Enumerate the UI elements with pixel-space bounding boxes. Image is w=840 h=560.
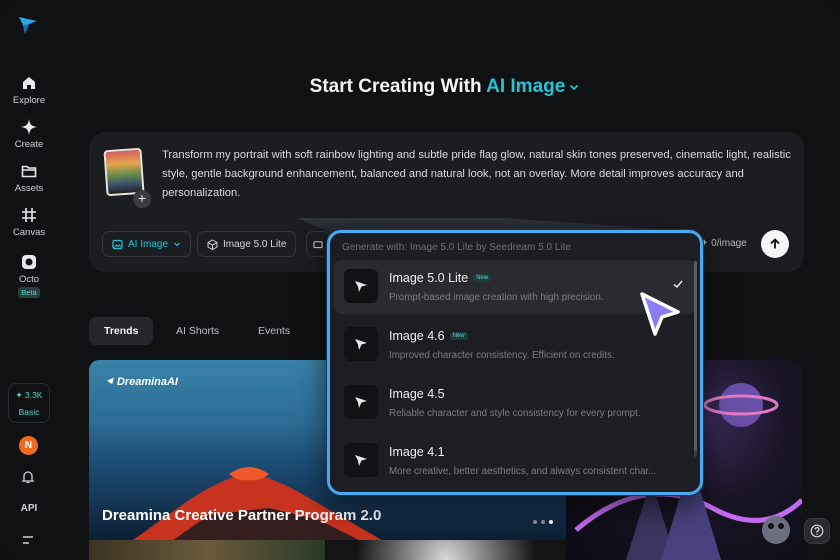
add-image-button[interactable]: +: [133, 190, 151, 208]
model-description: Improved character consistency. Efficien…: [389, 350, 615, 361]
model-icon: [344, 443, 378, 477]
menu-icon[interactable]: [20, 532, 36, 548]
model-icon: [344, 269, 378, 303]
sidebar-item-create[interactable]: Create: [0, 118, 58, 150]
pointer-cursor-icon: [640, 292, 680, 336]
octo-icon: [22, 255, 36, 269]
avatar[interactable]: N: [19, 436, 38, 455]
image-icon: [112, 239, 123, 249]
credit-cost: ✦ 0/image: [700, 238, 747, 249]
new-badge: New: [473, 274, 492, 282]
aspect-ratio-icon: [313, 240, 323, 248]
generate-button[interactable]: [761, 230, 789, 258]
model-icon: [344, 327, 378, 361]
model-name: Image 5.0 Lite New: [389, 271, 492, 285]
scrollbar-thumb[interactable]: [694, 261, 697, 451]
page-title: Start Creating With AI Image: [0, 76, 840, 98]
tab-events[interactable]: Events: [243, 317, 305, 345]
question-icon: [810, 524, 824, 538]
mode-selector[interactable]: AI Image: [486, 76, 565, 97]
sidebar-item-label: Create: [14, 139, 44, 150]
tab-ai-shorts[interactable]: AI Shorts: [161, 317, 234, 345]
model-description: More creative, better aesthetics, and al…: [389, 466, 657, 477]
chevron-down-icon: [174, 242, 180, 247]
sidebar-item-label: Octo: [18, 274, 40, 285]
mode-chip[interactable]: AI Image: [102, 231, 192, 257]
model-name: Image 4.1: [389, 445, 445, 459]
model-description: Prompt-based image creation with high pr…: [389, 292, 604, 303]
api-link[interactable]: API: [0, 503, 58, 514]
plan-label: Basic: [18, 406, 40, 417]
model-description: Reliable character and style consistency…: [389, 408, 641, 419]
app-window: Explore Create Assets Canvas Octo Beta ✦…: [0, 0, 840, 560]
banner-logo: ⯇ DreaminaAI: [105, 376, 178, 388]
gallery-thumbnail[interactable]: [89, 540, 325, 560]
dropdown-header: Generate with: Image 5.0 Lite by Seedrea…: [342, 242, 572, 253]
credit-count: ✦ 3.3K: [15, 389, 43, 400]
model-option-image-4-1[interactable]: Image 4.1 More creative, better aestheti…: [334, 434, 696, 488]
sidebar-item-label: Assets: [14, 183, 44, 194]
gallery-thumbnail[interactable]: [327, 540, 565, 560]
folder-icon: [21, 165, 37, 178]
model-dropdown[interactable]: Generate with: Image 5.0 Lite by Seedrea…: [327, 230, 703, 495]
canvas-icon: [22, 208, 36, 222]
tab-trends[interactable]: Trends: [89, 317, 154, 345]
cube-icon: [207, 238, 218, 250]
checkmark-icon: [673, 280, 683, 289]
sidebar-item-assets[interactable]: Assets: [0, 162, 58, 194]
reference-image-thumbnail[interactable]: [103, 147, 145, 197]
model-name: Image 4.5: [389, 387, 445, 401]
carousel-dot[interactable]: [533, 520, 537, 524]
bell-icon[interactable]: [20, 469, 36, 485]
prompt-input[interactable]: Transform my portrait with soft rainbow …: [162, 146, 792, 203]
carousel-dot[interactable]: [541, 520, 545, 524]
model-option-image-4-5[interactable]: Image 4.5 Reliable character and style c…: [334, 376, 696, 430]
sparkle-icon: [21, 119, 37, 135]
new-badge: New: [449, 332, 468, 340]
credits-box[interactable]: ✦ 3.3K Basic: [8, 383, 50, 423]
beta-badge: Beta: [18, 287, 40, 298]
sidebar-item-octo[interactable]: Octo Beta: [0, 253, 58, 298]
banner-title: Dreamina Creative Partner Program 2.0: [102, 507, 382, 524]
arrow-up-icon: [770, 238, 780, 249]
sidebar-item-label: Canvas: [12, 227, 46, 238]
help-button[interactable]: [804, 518, 830, 544]
model-icon: [344, 385, 378, 419]
carousel-dot[interactable]: [549, 520, 553, 524]
carousel-dots[interactable]: [533, 520, 553, 524]
model-name: Image 4.6 New: [389, 329, 468, 343]
dreamina-logo-icon[interactable]: [17, 14, 39, 36]
sidebar-item-canvas[interactable]: Canvas: [0, 206, 58, 238]
chevron-down-icon[interactable]: [568, 81, 580, 93]
dropdown-scrollbar[interactable]: [694, 261, 697, 457]
model-chip[interactable]: Image 5.0 Lite: [197, 231, 297, 257]
